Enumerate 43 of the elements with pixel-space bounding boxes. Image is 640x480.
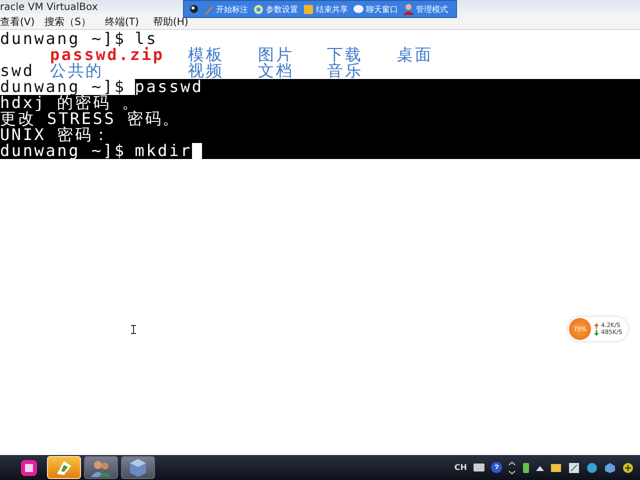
stop-icon bbox=[303, 4, 314, 14]
tray-icon[interactable] bbox=[550, 462, 562, 474]
battery-icon[interactable] bbox=[522, 462, 530, 474]
help-icon[interactable] bbox=[491, 462, 502, 473]
file-name: 视频 bbox=[188, 63, 225, 79]
file-name: 模板 bbox=[188, 47, 225, 63]
file-name: 图片 bbox=[258, 47, 295, 63]
file-name: 音乐 bbox=[327, 63, 364, 79]
tray-icon[interactable] bbox=[568, 462, 580, 474]
window-title: racle VM VirtualBox bbox=[0, 2, 98, 12]
file-name: 公共的 bbox=[50, 63, 104, 79]
network-icon[interactable] bbox=[586, 462, 598, 474]
toolbar-button[interactable]: 聊天窗口 bbox=[351, 4, 400, 14]
file-name: swd bbox=[0, 63, 34, 79]
keyboard-icon[interactable] bbox=[473, 463, 485, 472]
chevron-up-icon[interactable] bbox=[536, 464, 544, 470]
tray-icon[interactable] bbox=[604, 462, 616, 474]
file-name: passwd.zip bbox=[50, 47, 166, 63]
tray-icon[interactable] bbox=[622, 462, 634, 474]
pin-icon[interactable] bbox=[188, 3, 200, 15]
file-name: 文档 bbox=[258, 63, 295, 79]
file-name: 下载 bbox=[327, 47, 364, 63]
app-icon bbox=[20, 458, 38, 476]
menu-item[interactable]: 终端(T) bbox=[105, 14, 139, 28]
language-indicator[interactable]: CH bbox=[454, 463, 467, 472]
prompt: dunwang ~]$ bbox=[0, 143, 135, 159]
settings-icon bbox=[253, 4, 264, 14]
cube-icon bbox=[128, 458, 148, 478]
command-text: passwd bbox=[134, 79, 212, 95]
menu-item[interactable]: 帮助(H) bbox=[152, 14, 188, 28]
file-name: 桌面 bbox=[397, 47, 434, 63]
menu-item[interactable]: 查看(V) bbox=[0, 14, 35, 28]
toolbar-button[interactable]: 参数设置 bbox=[251, 4, 300, 14]
text-cursor-icon bbox=[131, 325, 136, 334]
chat-icon bbox=[353, 4, 364, 14]
menu-item[interactable]: 搜索（S） bbox=[44, 14, 92, 28]
tray-expand-icon[interactable] bbox=[508, 462, 516, 474]
down-arrow-icon bbox=[594, 330, 599, 336]
toolbar-button[interactable]: 结束共享 bbox=[301, 4, 350, 14]
up-arrow-icon bbox=[594, 322, 599, 328]
toolbar-button[interactable]: 管理模式 bbox=[401, 3, 450, 15]
toolbar-button[interactable]: 开始标注 bbox=[201, 4, 250, 14]
user-icon bbox=[403, 3, 414, 15]
